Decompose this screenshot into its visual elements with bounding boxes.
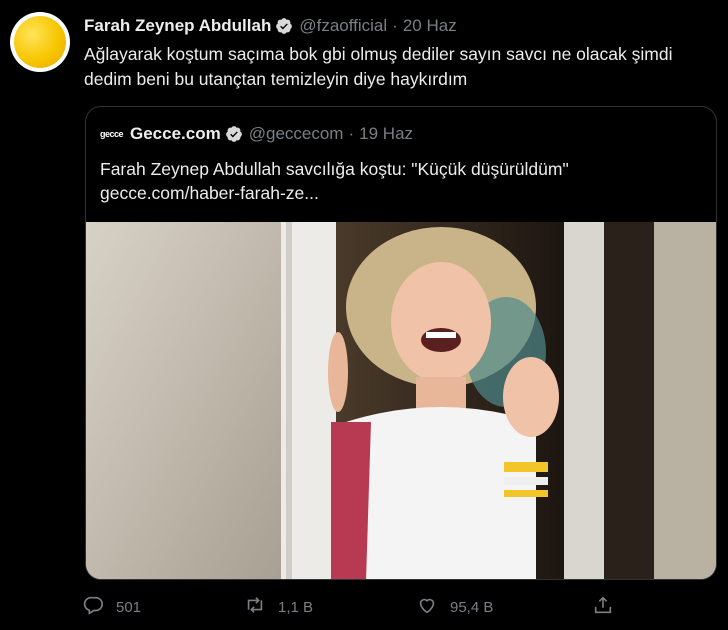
quoted-tweet-date[interactable]: 19 Haz xyxy=(359,124,413,144)
like-count: 95,4 B xyxy=(450,598,494,616)
tweet-text: Ağlayarak koştum saçıma bok gbi olmuş de… xyxy=(84,44,673,89)
verified-icon xyxy=(275,17,293,35)
like-icon xyxy=(416,594,438,620)
quoted-tweet-header: gecce Gecce.com @geccecom · 19 Haz xyxy=(100,123,413,145)
quoted-tweet[interactable]: gecce Gecce.com @geccecom · 19 Haz Farah… xyxy=(85,106,717,580)
photo-illustration xyxy=(86,222,716,579)
dot-separator: · xyxy=(392,16,398,35)
quoted-tweet-text: Farah Zeynep Abdullah savcılığa koştu: "… xyxy=(100,157,700,205)
verified-icon xyxy=(225,125,243,143)
quoted-author-logo: gecce xyxy=(100,129,124,139)
quoted-author-name[interactable]: Gecce.com xyxy=(130,124,221,144)
tweet-date[interactable]: 20 Haz xyxy=(403,16,457,36)
tweet-actions: 501 1,1 B 95,4 B xyxy=(82,594,642,620)
reply-count: 501 xyxy=(116,598,142,616)
author-name[interactable]: Farah Zeynep Abdullah xyxy=(84,16,271,36)
quoted-headline: Farah Zeynep Abdullah savcılığa koştu: "… xyxy=(100,159,569,179)
avatar-image xyxy=(14,16,66,68)
author-avatar[interactable] xyxy=(10,12,70,72)
retweet-button[interactable]: 1,1 B xyxy=(244,594,313,620)
quoted-tweet-photo[interactable] xyxy=(86,222,716,579)
reply-icon xyxy=(82,594,104,620)
like-button[interactable]: 95,4 B xyxy=(416,594,493,620)
tweet-header: Farah Zeynep Abdullah @fzaofficial · 20 … xyxy=(84,14,457,38)
author-handle[interactable]: @fzaofficial xyxy=(299,16,387,36)
reply-button[interactable]: 501 xyxy=(82,594,141,620)
dot-separator: · xyxy=(348,124,355,143)
retweet-count: 1,1 B xyxy=(278,598,314,616)
retweet-icon xyxy=(244,594,266,620)
share-icon xyxy=(592,594,614,620)
share-button[interactable] xyxy=(592,594,614,620)
quoted-link[interactable]: gecce.com/haber-farah-ze... xyxy=(100,181,700,205)
quoted-author-handle[interactable]: @geccecom xyxy=(249,124,344,144)
